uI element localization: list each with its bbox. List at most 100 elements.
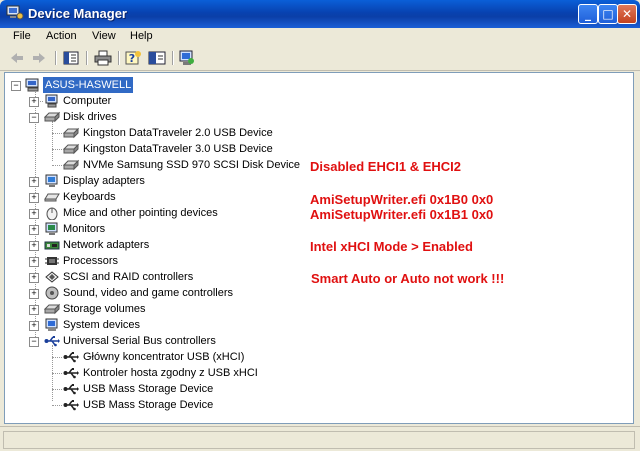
annotation-note: AmiSetupWriter.efi 0x1B1 0x0 [310, 207, 494, 222]
computer-icon [25, 78, 39, 92]
annotation-note: Smart Auto or Auto not work !!! [311, 271, 505, 286]
back-arrow-icon[interactable] [8, 50, 26, 66]
expand-toggle[interactable]: + [29, 321, 39, 331]
expand-toggle[interactable]: + [29, 257, 39, 267]
tree-category[interactable]: + Sound, video and game controllers [5, 285, 625, 301]
maximize-button[interactable]: □ [598, 4, 618, 24]
status-bar [0, 426, 640, 451]
tree-device[interactable]: USB Mass Storage Device [5, 381, 625, 397]
tree-device[interactable]: Główny koncentrator USB (xHCI) [5, 349, 625, 365]
scan-hardware-icon[interactable] [178, 50, 196, 66]
status-cell [3, 431, 635, 449]
expand-toggle[interactable]: + [29, 177, 39, 187]
usb-icon [63, 384, 79, 395]
tree-category[interactable]: + Display adapters [5, 173, 625, 189]
expand-toggle[interactable]: + [29, 241, 39, 251]
tree-category[interactable]: + Monitors [5, 221, 625, 237]
menu-view[interactable]: View [92, 30, 116, 42]
usb-icon [44, 336, 60, 347]
processor-icon [45, 257, 59, 265]
collapse-toggle[interactable]: − [29, 337, 39, 347]
category-label[interactable]: Monitors [63, 221, 105, 237]
tree-device[interactable]: Kingston DataTraveler 3.0 USB Device [5, 141, 625, 157]
disk-icon [44, 111, 60, 123]
menu-file[interactable]: File [13, 30, 31, 42]
device-manager-window: Device Manager _ □ ✕ File Action View He… [0, 0, 640, 451]
storage-icon [44, 303, 60, 315]
disk-icon [63, 143, 79, 155]
category-label[interactable]: Disk drives [63, 109, 117, 125]
window-title: Device Manager [28, 6, 127, 21]
menu-action[interactable]: Action [46, 30, 77, 42]
minimize-button[interactable]: _ [578, 4, 598, 24]
device-label[interactable]: Kontroler hosta zgodny z USB xHCI [83, 365, 258, 381]
category-label[interactable]: Network adapters [63, 237, 149, 253]
category-label[interactable]: Mice and other pointing devices [63, 205, 218, 221]
tree-device[interactable]: Kingston DataTraveler 2.0 USB Device [5, 125, 625, 141]
view-icon[interactable] [148, 50, 166, 66]
category-label[interactable]: Storage volumes [63, 301, 146, 317]
tree-category[interactable]: − Universal Serial Bus controllers [5, 333, 625, 349]
device-label[interactable]: Kingston DataTraveler 2.0 USB Device [83, 125, 273, 141]
expand-toggle[interactable]: + [29, 305, 39, 315]
category-label[interactable]: Computer [63, 93, 111, 109]
device-label[interactable]: USB Mass Storage Device [83, 381, 213, 397]
properties-icon[interactable] [62, 50, 80, 66]
annotation-note: AmiSetupWriter.efi 0x1B0 0x0 [310, 192, 494, 207]
expand-toggle[interactable]: + [29, 209, 39, 219]
category-label[interactable]: System devices [63, 317, 140, 333]
keyboard-icon [44, 193, 60, 202]
tree-category[interactable]: + Processors [5, 253, 625, 269]
scsi-icon [45, 271, 59, 283]
mouse-icon [46, 207, 58, 220]
device-manager-icon [6, 5, 24, 20]
tree-category[interactable]: + Computer [5, 93, 625, 109]
tree-root[interactable]: − ASUS-HASWELL [5, 77, 625, 93]
expand-toggle[interactable]: + [29, 97, 39, 107]
device-label[interactable]: NVMe Samsung SSD 970 SCSI Disk Device [83, 157, 300, 173]
category-label[interactable]: Universal Serial Bus controllers [63, 333, 216, 349]
toolbar-separator [172, 51, 174, 65]
tree-category[interactable]: + Storage volumes [5, 301, 625, 317]
close-button[interactable]: ✕ [617, 4, 637, 24]
tree-category[interactable]: + System devices [5, 317, 625, 333]
category-label[interactable]: Sound, video and game controllers [63, 285, 233, 301]
expand-toggle[interactable]: + [29, 289, 39, 299]
toolbar-separator [86, 51, 88, 65]
toolbar-separator [55, 51, 57, 65]
device-tree[interactable]: − ASUS-HASWELL + Computer − Disk drives … [4, 72, 634, 424]
system-icon [45, 318, 58, 331]
tree-device[interactable]: Kontroler hosta zgodny z USB xHCI [5, 365, 625, 381]
monitor-icon [45, 222, 58, 235]
disk-icon [63, 127, 79, 139]
display-icon [45, 174, 58, 187]
print-icon[interactable] [94, 50, 112, 66]
svg-text:?: ? [129, 52, 135, 65]
category-label[interactable]: Processors [63, 253, 118, 269]
category-label[interactable]: Keyboards [63, 189, 116, 205]
annotation-note: Intel xHCI Mode > Enabled [310, 239, 473, 254]
collapse-toggle[interactable]: − [11, 81, 21, 91]
sound-icon [45, 286, 59, 300]
category-label[interactable]: SCSI and RAID controllers [63, 269, 193, 285]
tree-category[interactable]: − Disk drives [5, 109, 625, 125]
device-label[interactable]: USB Mass Storage Device [83, 397, 213, 413]
category-label[interactable]: Display adapters [63, 173, 145, 189]
device-label[interactable]: Główny koncentrator USB (xHCI) [83, 349, 244, 365]
computer-icon [45, 94, 58, 108]
expand-toggle[interactable]: + [29, 193, 39, 203]
collapse-toggle[interactable]: − [29, 113, 39, 123]
menu-help[interactable]: Help [130, 30, 153, 42]
help-icon[interactable]: ? [124, 50, 142, 66]
title-bar[interactable]: Device Manager _ □ ✕ [0, 0, 640, 28]
annotation-note: Disabled EHCI1 & EHCI2 [310, 159, 461, 174]
expand-toggle[interactable]: + [29, 225, 39, 235]
usb-icon [63, 352, 79, 363]
usb-icon [63, 400, 79, 411]
tree-device[interactable]: USB Mass Storage Device [5, 397, 625, 413]
root-label[interactable]: ASUS-HASWELL [43, 77, 134, 93]
expand-toggle[interactable]: + [29, 273, 39, 283]
forward-arrow-icon[interactable] [30, 50, 48, 66]
device-label[interactable]: Kingston DataTraveler 3.0 USB Device [83, 141, 273, 157]
usb-icon [63, 368, 79, 379]
